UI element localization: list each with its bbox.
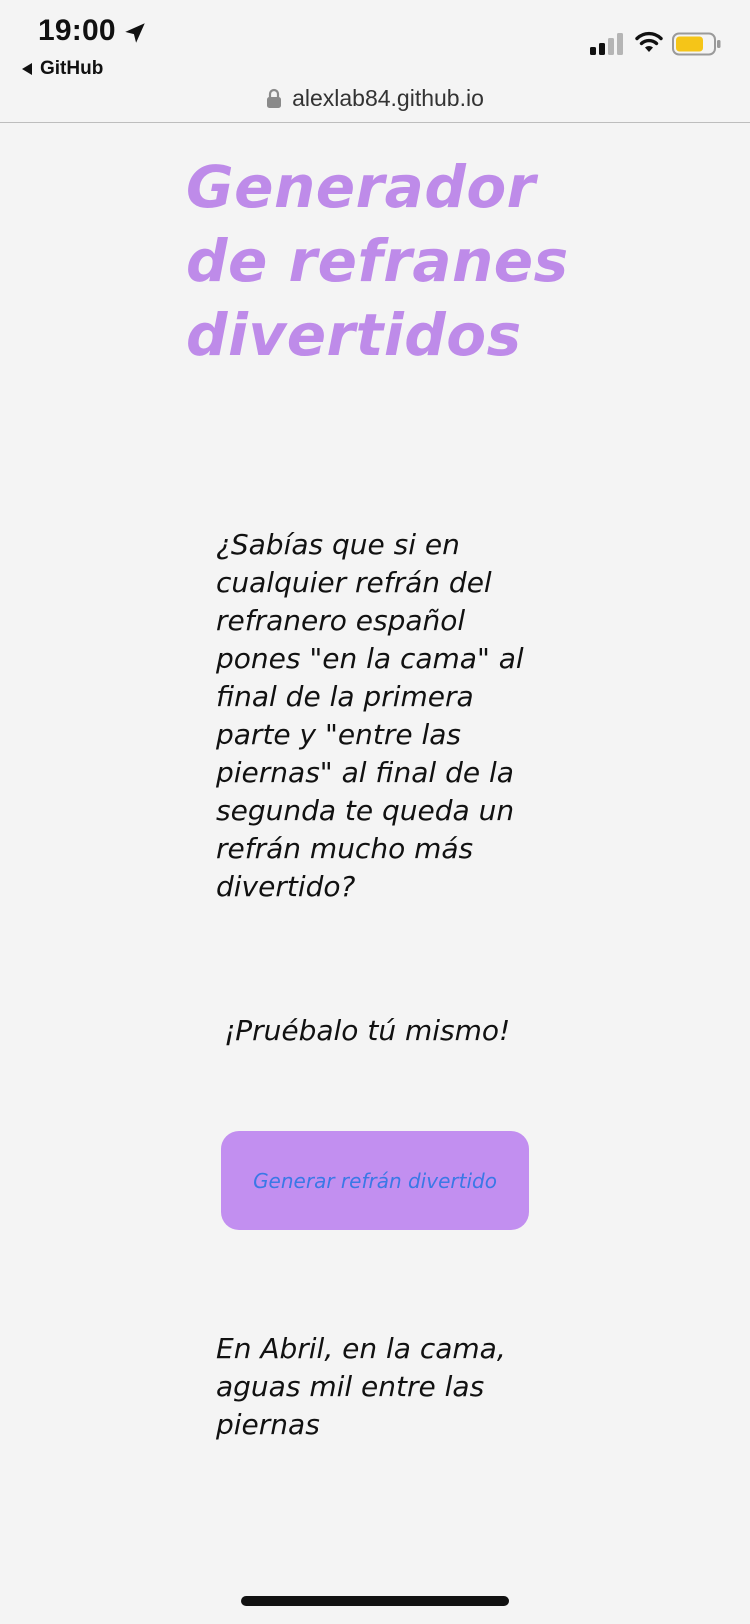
generated-proverb: En Abril, en la cama, aguas mil entre la… — [216, 1332, 506, 1441]
generate-proverb-button[interactable]: Generar refrán divertido — [221, 1131, 529, 1230]
lock-icon — [267, 88, 282, 108]
try-it-text: ¡Pruébalo tú mismo! — [224, 1014, 511, 1047]
status-bar: 19:00 GitHub — [0, 0, 750, 80]
battery-icon — [672, 32, 721, 56]
location-arrow-icon — [125, 23, 145, 43]
wifi-icon — [635, 31, 663, 52]
cellular-signal-icon — [590, 33, 623, 55]
page-title: Generador de refranes divertidos — [186, 153, 569, 369]
home-indicator[interactable] — [241, 1596, 509, 1606]
status-time: 19:00 — [38, 14, 116, 47]
url-display[interactable]: alexlab84.github.io — [266, 85, 484, 112]
url-bar[interactable]: alexlab84.github.io — [0, 76, 750, 123]
url-domain: alexlab84.github.io — [292, 84, 484, 111]
back-triangle-icon — [22, 63, 32, 75]
intro-paragraph: ¿Sabías que si en cualquier refrán del r… — [216, 528, 524, 903]
